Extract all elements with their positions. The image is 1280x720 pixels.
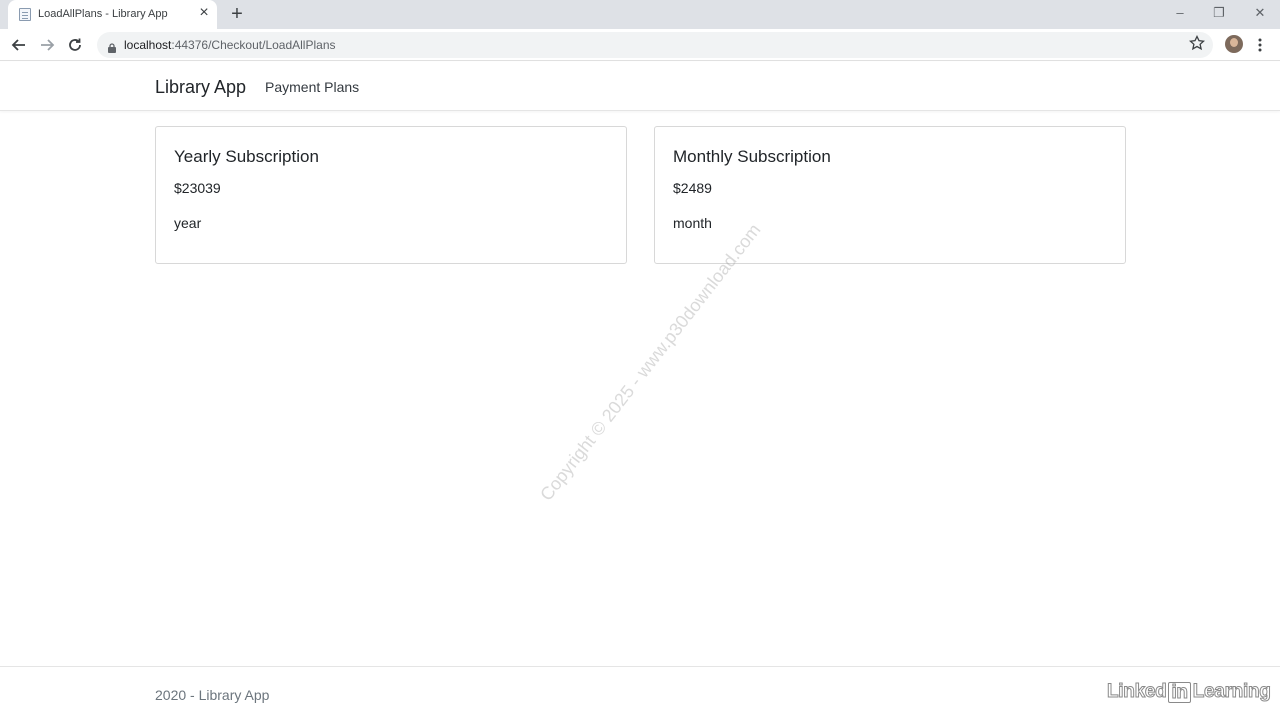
close-window-icon[interactable]: ✕: [1250, 4, 1270, 22]
plan-card-monthly: Monthly Subscription $2489 month: [654, 126, 1126, 264]
browser-tab[interactable]: LoadAllPlans - Library App ×: [8, 0, 217, 29]
plan-interval: month: [673, 215, 712, 231]
minimize-icon[interactable]: –: [1170, 4, 1190, 22]
forward-icon[interactable]: [36, 34, 58, 56]
plan-interval: year: [174, 215, 202, 231]
plan-card-yearly: Yearly Subscription $23039 year: [155, 126, 627, 264]
plan-price: $23039: [174, 180, 221, 196]
page-favicon-icon: [19, 8, 31, 21]
reload-icon[interactable]: [64, 34, 86, 56]
bookmark-star-icon[interactable]: [1189, 34, 1207, 53]
page-footer: 2020 - Library App Linked in Learning: [0, 666, 1280, 720]
nav-link-payment-plans[interactable]: Payment Plans: [265, 79, 359, 95]
browser-menu-icon[interactable]: [1254, 36, 1266, 54]
back-icon[interactable]: [8, 34, 30, 56]
brand-link[interactable]: Library App: [155, 77, 246, 98]
footer-text: 2020 - Library App: [155, 687, 270, 703]
restore-icon[interactable]: ❐: [1209, 4, 1229, 22]
app-navbar: Library App Payment Plans: [0, 62, 1280, 111]
tab-title: LoadAllPlans - Library App: [38, 8, 168, 20]
linkedin-learning-logo: Linked in Learning: [1107, 681, 1271, 703]
browser-toolbar: localhost:44376/Checkout/LoadAllPlans: [0, 29, 1280, 61]
address-bar[interactable]: localhost:44376/Checkout/LoadAllPlans: [97, 32, 1213, 58]
url-text[interactable]: localhost:44376/Checkout/LoadAllPlans: [124, 38, 336, 52]
profile-avatar[interactable]: [1225, 35, 1243, 53]
plan-price: $2489: [673, 180, 712, 196]
new-tab-icon[interactable]: +: [228, 4, 246, 24]
plan-title: Monthly Subscription: [673, 147, 831, 166]
tab-strip: LoadAllPlans - Library App × + – ❐ ✕: [0, 0, 1280, 29]
plan-title: Yearly Subscription: [174, 147, 319, 166]
lock-icon: [108, 40, 116, 53]
close-tab-icon[interactable]: ×: [196, 5, 212, 21]
